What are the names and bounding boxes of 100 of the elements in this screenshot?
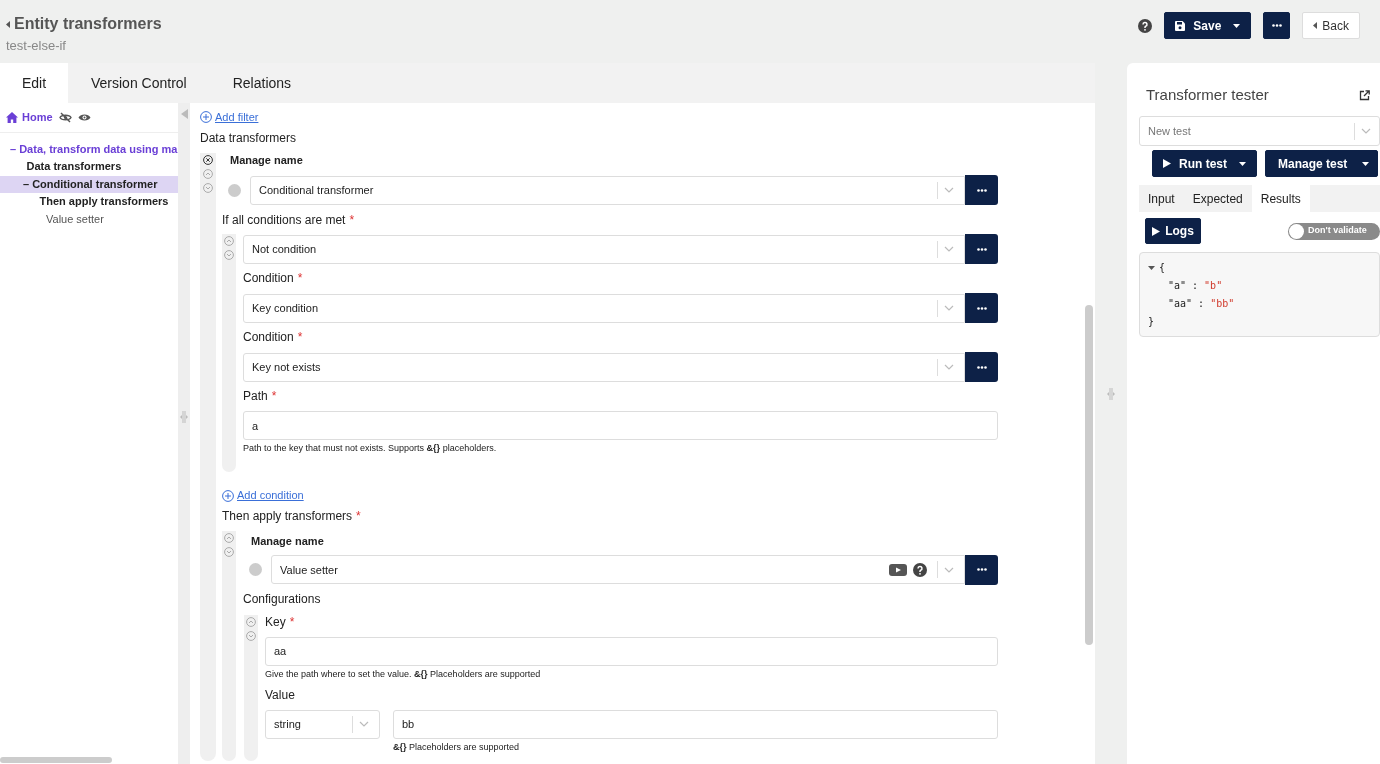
page-title: Entity transformers: [14, 14, 162, 34]
field-label: Then apply transformers: [222, 508, 353, 523]
text-input[interactable]: a: [243, 411, 998, 441]
external-link-icon[interactable]: [1359, 90, 1370, 101]
status-dot: [249, 563, 262, 577]
logs-button[interactable]: Logs: [1145, 218, 1201, 244]
chevron-down-icon: [1361, 128, 1371, 134]
field-label: Value: [265, 687, 295, 702]
page-subtitle: test-else-if: [6, 37, 67, 55]
ellipsis-icon: [1271, 24, 1282, 27]
select-field[interactable]: Not condition: [243, 234, 965, 264]
scrollbar[interactable]: [1084, 305, 1093, 645]
caret-left-icon: [1313, 22, 1318, 29]
json-value: "bb": [1210, 297, 1235, 311]
resize-handle-icon[interactable]: [1107, 388, 1115, 400]
text-input[interactable]: aa: [265, 636, 998, 666]
select-field[interactable]: Key condition: [243, 293, 965, 323]
caret-left-icon[interactable]: [6, 20, 10, 28]
select-field[interactable]: Key not exists: [243, 352, 965, 382]
video-icon[interactable]: [889, 563, 907, 576]
field-label: Condition: [243, 330, 294, 345]
tree-item[interactable]: Then apply transformers: [0, 193, 178, 211]
type-select[interactable]: string: [265, 709, 380, 739]
help-text: Path to the key that must not exists. Supports &{} placeholders.: [243, 442, 498, 455]
field-label: Path: [243, 389, 268, 404]
ellipsis-icon: [976, 306, 987, 310]
ellipsis-icon: [976, 247, 987, 251]
home-icon: [6, 111, 18, 123]
status-dot: [228, 183, 241, 197]
section-title: Data transformers: [200, 131, 298, 146]
ellipsis-icon: [976, 568, 987, 572]
caret-down-icon: [1239, 161, 1246, 166]
more-button[interactable]: [1263, 12, 1291, 39]
field-label: Configurations: [243, 591, 321, 606]
caret-down-icon[interactable]: [1148, 266, 1155, 270]
caret-down-icon: [1233, 23, 1241, 28]
tab[interactable]: Expected: [1183, 185, 1252, 212]
more-button[interactable]: [965, 554, 998, 585]
help-icon[interactable]: [913, 562, 927, 577]
field-label: Manage name: [251, 533, 325, 548]
required-mark: *: [297, 330, 303, 345]
chevron-down-icon: [944, 305, 954, 312]
tab[interactable]: Edit: [0, 63, 68, 103]
tree-item[interactable]: Value setter: [0, 210, 178, 228]
ellipsis-icon: [976, 365, 987, 369]
required-mark: *: [349, 213, 355, 228]
eye-slash-icon[interactable]: [58, 111, 72, 123]
save-button[interactable]: Save: [1164, 12, 1252, 39]
caret-down-icon: [1362, 161, 1369, 166]
tree-item[interactable]: Data transformers: [0, 158, 178, 176]
json-key: "a": [1168, 277, 1187, 295]
select-field[interactable]: Conditional transformer: [250, 175, 965, 205]
field-label: If all conditions are met: [222, 213, 346, 228]
add-link[interactable]: Add filter: [200, 109, 259, 126]
required-mark: *: [289, 614, 295, 629]
more-button[interactable]: [965, 352, 998, 383]
json-colon: :: [1192, 279, 1199, 293]
eye-icon[interactable]: [77, 112, 91, 122]
tab[interactable]: Input: [1139, 185, 1184, 212]
text-input[interactable]: bb: [393, 709, 998, 739]
json-value: "b": [1204, 279, 1223, 293]
field-label: Key: [265, 614, 286, 629]
close-icon[interactable]: [203, 155, 213, 166]
field-label: Condition: [243, 271, 294, 286]
test-select[interactable]: New test: [1139, 116, 1380, 146]
json-colon: :: [1198, 297, 1205, 311]
chevron-down-icon: [944, 566, 954, 573]
play-icon: [1152, 226, 1161, 236]
run-test-button[interactable]: Run test: [1152, 150, 1257, 177]
tree-item[interactable]: – Data, transform data using ma: [0, 140, 178, 158]
resize-handle-icon[interactable]: [180, 411, 188, 423]
panel-title: Transformer tester: [1146, 85, 1269, 106]
home-link[interactable]: Home: [6, 109, 53, 126]
more-button[interactable]: [965, 175, 998, 206]
select-field[interactable]: Value setter: [271, 555, 965, 585]
tree-item[interactable]: – Conditional transformer: [0, 175, 178, 193]
tab[interactable]: Results: [1251, 185, 1310, 212]
ellipsis-icon: [976, 188, 987, 192]
manage-test-button[interactable]: Manage test: [1265, 150, 1378, 177]
chevron-down-icon: [944, 364, 954, 371]
required-mark: *: [271, 389, 277, 404]
more-button[interactable]: [965, 293, 998, 324]
required-mark: *: [297, 271, 303, 286]
more-button[interactable]: [965, 234, 998, 265]
add-link[interactable]: Add condition: [222, 487, 304, 504]
json-brace: }: [1148, 316, 1155, 327]
json-brace: {: [1159, 261, 1166, 275]
plus-circle-icon: [200, 111, 212, 124]
plus-circle-icon: [222, 489, 234, 502]
help-text: &{} Placeholders are supported: [393, 740, 521, 753]
required-mark: *: [356, 508, 361, 523]
help-icon[interactable]: [1138, 18, 1153, 33]
json-key: "aa": [1168, 295, 1193, 313]
scrollbar[interactable]: [0, 757, 112, 763]
chevron-down-icon: [359, 721, 369, 728]
tab[interactable]: Version Control: [68, 63, 210, 103]
tab[interactable]: Relations: [209, 63, 315, 103]
back-button[interactable]: Back: [1302, 12, 1360, 39]
field-label: Manage name: [230, 153, 304, 168]
play-icon: [1163, 159, 1171, 168]
